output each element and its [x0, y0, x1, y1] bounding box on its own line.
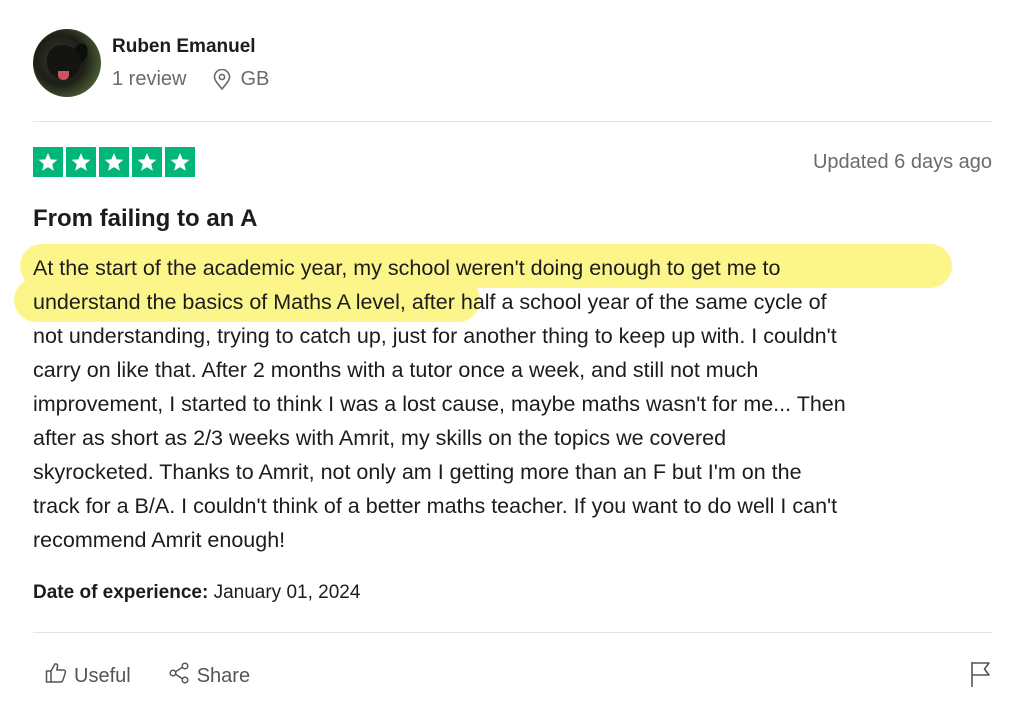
thumbs-up-icon — [44, 661, 68, 691]
review-body-line: understand the basics of Maths A level, … — [33, 290, 827, 314]
avatar-dog-tongue — [58, 71, 69, 80]
review-title[interactable]: From failing to an A — [33, 205, 257, 233]
review-count: 1 review — [112, 68, 187, 90]
star-icon — [33, 147, 63, 177]
star-icon — [66, 147, 96, 177]
review-body-line: track for a B/A. I couldn't think of a b… — [33, 494, 838, 518]
date-of-experience: Date of experience: January 01, 2024 — [33, 582, 360, 604]
share-button[interactable]: Share — [167, 661, 250, 691]
star-rating — [33, 147, 195, 177]
location-pin-icon — [212, 68, 232, 91]
share-label: Share — [196, 664, 251, 687]
star-icon — [132, 147, 162, 177]
flag-icon[interactable] — [969, 660, 993, 693]
experience-date: January 01, 2024 — [213, 582, 361, 603]
review-body-line: carry on like that. After 2 months with … — [33, 358, 759, 382]
star-icon — [99, 147, 129, 177]
review-body-line: recommend Amrit enough! — [33, 528, 286, 552]
review-body: At the start of the academic year, my sc… — [33, 251, 998, 557]
review-body-line: improvement, I started to think I was a … — [33, 392, 846, 416]
share-icon — [167, 661, 191, 691]
reviewer-meta: 1 review GB — [112, 68, 269, 91]
star-icon — [165, 147, 195, 177]
review-body-line: skyrocketed. Thanks to Amrit, not only a… — [33, 460, 802, 484]
review-body-line: after as short as 2/3 weeks with Amrit, … — [33, 426, 727, 450]
review-body-line: not understanding, trying to catch up, j… — [33, 324, 837, 348]
review-body-line: At the start of the academic year, my sc… — [33, 256, 781, 280]
useful-label: Useful — [74, 664, 131, 687]
reviewer-name[interactable]: Ruben Emanuel — [112, 36, 256, 58]
divider-top — [33, 121, 992, 122]
divider-bottom — [33, 632, 992, 633]
experience-label: Date of experience: — [33, 582, 209, 603]
updated-time: Updated 6 days ago — [812, 151, 992, 173]
avatar[interactable] — [33, 29, 101, 97]
reviewer-country: GB — [240, 68, 270, 90]
review-actions: Useful Share — [44, 661, 250, 691]
useful-button[interactable]: Useful — [44, 661, 131, 691]
